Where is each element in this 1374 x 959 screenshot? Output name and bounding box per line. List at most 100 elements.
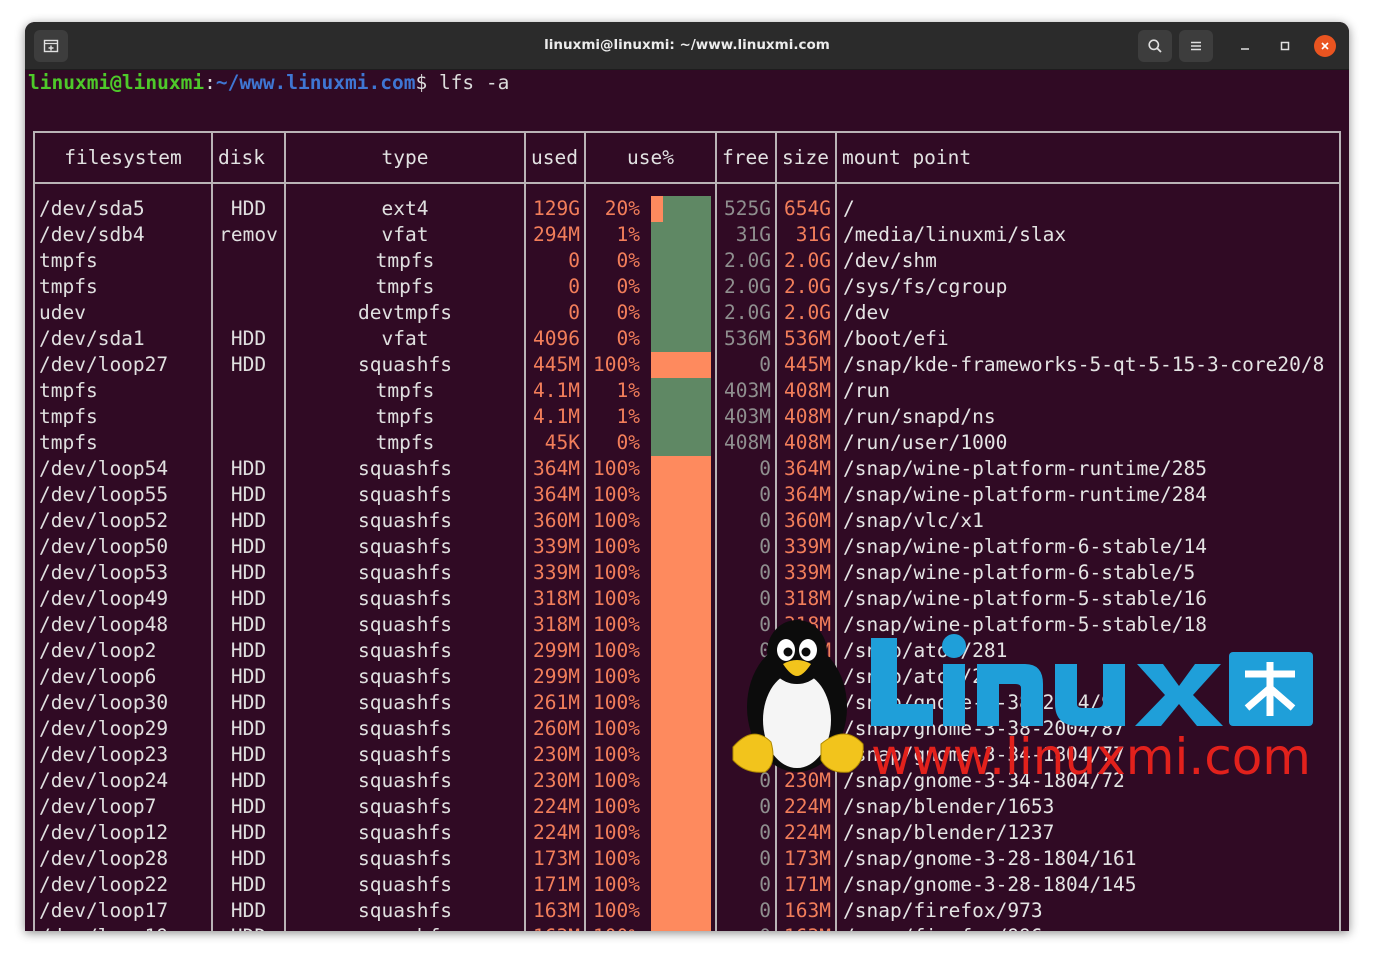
cell-mount-point: /snap/gnome-3-34-1804/72 <box>843 769 1125 792</box>
cell-used: 4.1M <box>533 405 580 428</box>
cell-used: 0 <box>568 249 580 272</box>
cell-size: 364M <box>784 457 831 480</box>
cell-size: 224M <box>784 795 831 818</box>
cell-disk <box>213 404 284 430</box>
cell-disk: HDD <box>230 587 267 610</box>
cell-disk: HDD <box>230 327 267 350</box>
cell-filesystem: /dev/sda1 <box>39 327 145 350</box>
header-type: type <box>381 146 429 169</box>
cell-type: squashfs <box>358 691 452 714</box>
prompt-user-host: linuxmi@linuxmi <box>28 71 205 94</box>
terminal-area[interactable]: linuxmi@linuxmi:~/www.linuxmi.com$ lfs -… <box>25 70 1349 931</box>
cell-use-percent: 100% <box>593 639 640 662</box>
cell-type: squashfs <box>358 457 452 480</box>
cell-size: 2.0G <box>784 249 831 272</box>
cell-disk: HDD <box>213 924 284 931</box>
cell-used: 224M <box>533 795 580 818</box>
cell-type: squashfs <box>358 821 452 844</box>
usage-bar-free <box>651 274 711 300</box>
cell-free: 0 <box>759 509 771 532</box>
usage-bar-used <box>651 456 711 482</box>
cell-type: squashfs <box>358 743 452 766</box>
cell-use-percent: 100% <box>593 717 640 740</box>
maximize-icon <box>1280 41 1290 51</box>
cell-use-percent: 0% <box>616 249 640 272</box>
prompt-separator: : <box>204 71 216 94</box>
minimize-icon <box>1241 48 1249 50</box>
cell-type: squashfs <box>358 899 452 922</box>
cell-free: 0 <box>759 639 771 662</box>
cell-size: 31G <box>795 223 831 246</box>
cell-use-percent: 100% <box>593 353 640 376</box>
cell-filesystem: /dev/loop48 <box>39 613 169 636</box>
cell-type: squashfs <box>358 535 452 558</box>
cell-size: 230M <box>784 769 831 792</box>
cell-mount-point: /snap/atom/282 <box>843 665 1008 688</box>
cell-size: 408M <box>784 431 831 454</box>
prompt-path: ~/www.linuxmi.com <box>215 71 416 94</box>
cell-use-percent: 100% <box>593 587 640 610</box>
maximize-button[interactable] <box>1274 35 1296 57</box>
cell-mount-point: /snap/wine-platform-runtime/284 <box>843 483 1207 506</box>
usage-bar-used <box>651 820 711 846</box>
cell-use-percent: 100% <box>593 821 640 844</box>
usage-bar-used <box>651 196 663 222</box>
cell-filesystem: /dev/loop17 <box>39 899 169 922</box>
usage-bar-used <box>651 872 711 898</box>
cell-type: squashfs <box>358 509 452 532</box>
cell-size: 163M <box>777 924 831 931</box>
cell-free: 0 <box>759 795 771 818</box>
cell-disk: HDD <box>230 197 267 220</box>
cell-used: 4.1M <box>533 379 580 402</box>
cell-filesystem: /dev/loop49 <box>39 587 169 610</box>
cell-size: 536M <box>784 327 831 350</box>
cell-free: 0 <box>759 873 771 896</box>
usage-bar-free <box>651 300 711 326</box>
cell-size: 364M <box>784 483 831 506</box>
cell-size: 260M <box>784 717 831 740</box>
cell-type: tmpfs <box>375 405 435 428</box>
cell-type: squashfs <box>358 717 452 740</box>
cell-used: 129G <box>533 197 580 220</box>
minimize-button[interactable] <box>1234 35 1256 57</box>
close-icon <box>1321 42 1329 50</box>
cell-free: 0 <box>759 691 771 714</box>
new-tab-icon <box>43 39 59 53</box>
cell-used: 364M <box>533 483 580 506</box>
menu-button[interactable] <box>1179 30 1213 62</box>
prompt-command: lfs -a <box>438 71 510 94</box>
cell-free: 31G <box>735 223 771 246</box>
cell-used: 224M <box>533 821 580 844</box>
usage-bar-used <box>651 690 711 716</box>
close-button[interactable] <box>1314 35 1336 57</box>
cell-disk: HDD <box>230 795 267 818</box>
cell-size: 171M <box>784 873 831 896</box>
cell-used: 445M <box>533 353 580 376</box>
cell-mount-point: /snap/gnome-3-38-2004/87 <box>843 717 1125 740</box>
new-tab-button[interactable] <box>34 30 68 62</box>
cell-type: tmpfs <box>375 379 435 402</box>
cell-used: 0 <box>568 301 580 324</box>
cell-type: squashfs <box>358 665 452 688</box>
cell-disk: HDD <box>230 353 267 376</box>
cell-size: 299M <box>784 639 831 662</box>
cell-mount-point: /run <box>843 379 890 402</box>
cell-used: 318M <box>533 587 580 610</box>
cell-mount-point: /snap/gnome-3-28-1804/145 <box>843 873 1137 896</box>
usage-bar-used <box>651 716 711 742</box>
cell-mount-point: /snap/wine-platform-6-stable/14 <box>843 535 1207 558</box>
hamburger-menu-icon <box>1191 41 1201 51</box>
cell-size: 339M <box>784 535 831 558</box>
cell-filesystem: tmpfs <box>39 275 98 298</box>
search-icon <box>1148 39 1162 53</box>
cell-use-percent: 100% <box>593 847 640 870</box>
header-filesystem: filesystem <box>64 146 182 169</box>
cell-use-percent: 100% <box>593 795 640 818</box>
cell-mount-point: /snap/gnome-3-28-1804/161 <box>843 847 1137 870</box>
search-button[interactable] <box>1138 30 1172 62</box>
cell-free: 0 <box>759 665 771 688</box>
cell-disk <box>213 300 284 326</box>
cell-filesystem: /dev/sdb4 <box>39 223 145 246</box>
cell-free: 0 <box>759 535 771 558</box>
cell-used: 45K <box>544 431 580 454</box>
